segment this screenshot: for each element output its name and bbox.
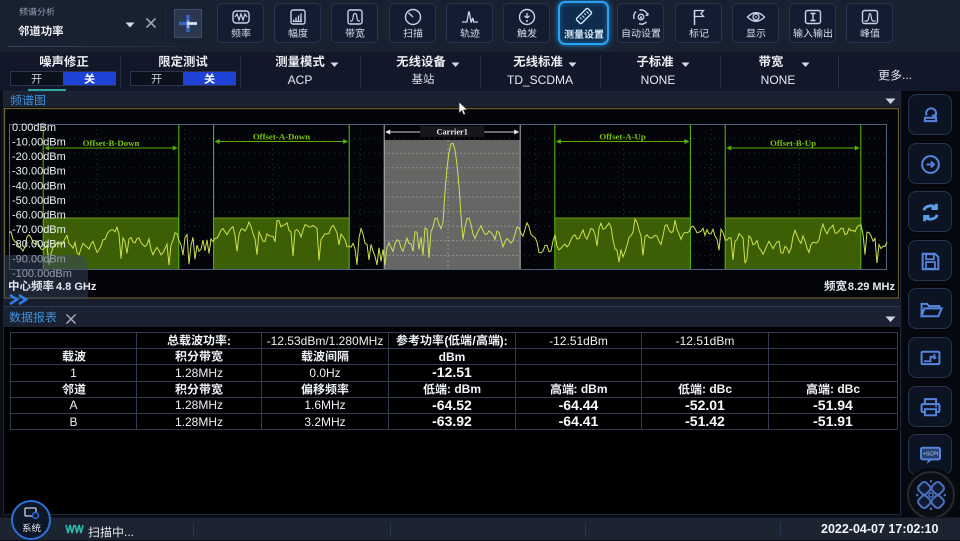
svg-text:-40.00dBm: -40.00dBm [12, 180, 66, 192]
svg-text:-60.00dBm: -60.00dBm [12, 210, 66, 222]
svg-text:+SCPI: +SCPI [923, 452, 939, 458]
svg-text:Offset-A-Down: Offset-A-Down [253, 132, 310, 142]
svg-text:-30.00dBm: -30.00dBm [12, 166, 66, 178]
svg-text:-10.00dBm: -10.00dBm [12, 137, 66, 149]
svg-text:-20.00dBm: -20.00dBm [12, 151, 66, 163]
svg-text:4.8 GHz: 4.8 GHz [56, 281, 97, 293]
svg-text:Offset-B-Up: Offset-B-Up [770, 138, 816, 148]
svg-text:-80.00dBm: -80.00dBm [12, 239, 66, 251]
svg-text:8.29 MHz: 8.29 MHz [848, 281, 896, 293]
svg-text:Carrier1: Carrier1 [437, 128, 468, 137]
svg-text:0.00dBm: 0.00dBm [12, 122, 56, 134]
svg-text:Offset-B-Down: Offset-B-Down [83, 138, 140, 148]
svg-text:-50.00dBm: -50.00dBm [12, 195, 66, 207]
svg-text:Offset-A-Up: Offset-A-Up [599, 132, 646, 142]
svg-text:-70.00dBm: -70.00dBm [12, 224, 66, 236]
